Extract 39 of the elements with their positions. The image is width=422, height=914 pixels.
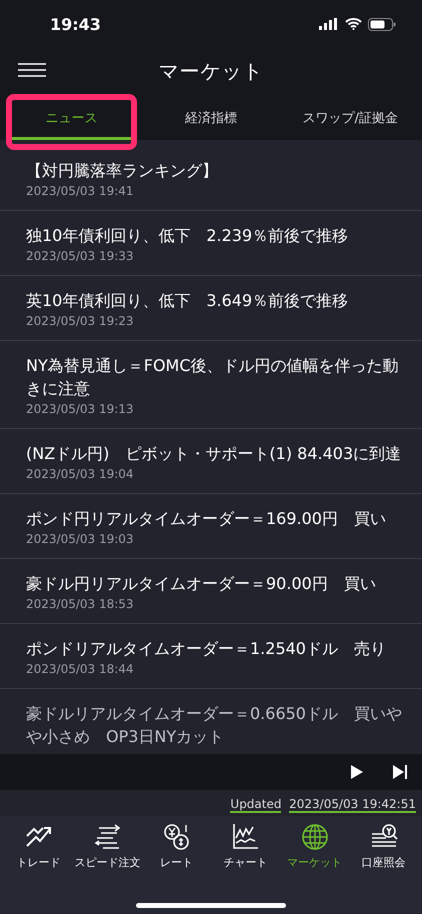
skip-icon[interactable]	[392, 764, 408, 780]
market-icon	[300, 822, 330, 852]
chart-icon	[230, 822, 260, 852]
play-icon[interactable]	[350, 764, 364, 780]
tab[interactable]: 経済指標	[151, 98, 271, 140]
news-headline[interactable]: 【対円騰落率ランキング】	[26, 159, 404, 182]
nav-tab[interactable]: スピード注文	[73, 822, 142, 880]
news-headline[interactable]: 豪ドル円リアルタイムオーダー＝90.00円 買い	[26, 572, 404, 595]
news-headline[interactable]: ポンドリアルタイムオーダー＝1.2540ドル 売り	[26, 637, 404, 660]
nav-tab[interactable]: トレード	[4, 822, 73, 880]
news-date: 2023/05/03 19:41	[26, 184, 135, 198]
news-headline[interactable]: (NZドル円) ピボット・サポート(1) 84.403に到達	[26, 442, 404, 465]
nav-tab[interactable]: 口座照会	[349, 822, 418, 880]
news-date: 2023/05/03 19:04	[26, 467, 135, 481]
news-date: 2023/05/03 19:13	[26, 402, 135, 416]
news-headline[interactable]: 独10年債利回り、低下 2.239％前後で推移	[26, 224, 404, 247]
nav-tab[interactable]: マーケット	[280, 822, 349, 880]
nav-tab[interactable]: チャート	[211, 822, 280, 880]
signal-icon	[319, 18, 339, 30]
tab[interactable]: スワップ/証拠金	[290, 98, 410, 140]
news-headline[interactable]: 豪ドルリアルタイムオーダー＝0.6650ドル 買いやや小さめ OP3日NYカット	[26, 702, 404, 748]
updated-label: Updated	[230, 797, 282, 813]
news-headline[interactable]: ポンド円リアルタイムオーダー＝169.00円 買い	[26, 507, 404, 530]
battery-icon	[368, 18, 396, 30]
rate-icon	[162, 822, 192, 852]
news-date: 2023/05/03 19:23	[26, 314, 135, 328]
news-headline[interactable]: 英10年債利回り、低下 3.649％前後で推移	[26, 289, 404, 312]
clock-time: 19:43	[50, 14, 101, 34]
speed-icon	[92, 822, 122, 852]
news-headline[interactable]: NY為替見通し＝FOMC後、ドル円の値幅を伴った動きに注意	[26, 354, 404, 400]
updated-time: 2023/05/03 19:42:51	[289, 797, 416, 813]
menu-icon	[17, 62, 47, 78]
news-date: 2023/05/03 18:44	[26, 662, 135, 676]
nav-tab[interactable]: レート	[142, 822, 211, 880]
news-date: 2023/05/03 18:53	[26, 597, 135, 611]
wifi-icon	[345, 18, 362, 30]
news-date: 2023/05/03 19:03	[26, 532, 135, 546]
screen-title: マーケット	[158, 58, 264, 84]
news-date: 2023/05/03 19:33	[26, 249, 135, 263]
